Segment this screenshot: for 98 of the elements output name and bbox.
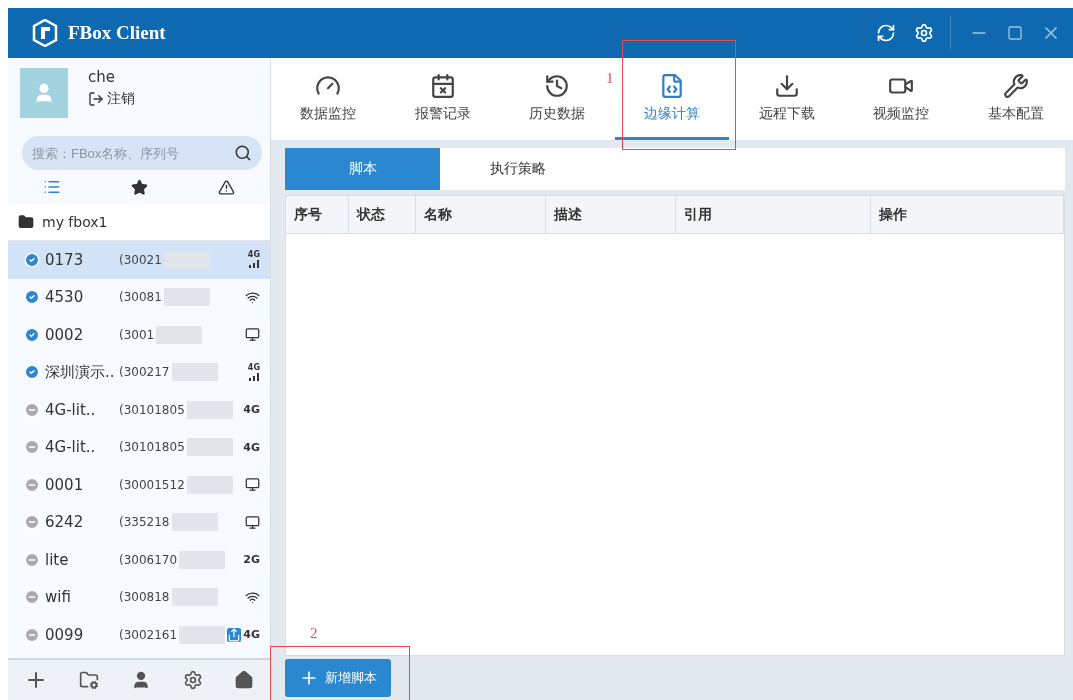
- signal-bars-icon: [247, 371, 260, 381]
- logout-icon: [88, 91, 104, 107]
- device-name: 0099: [45, 625, 85, 644]
- device-serial: (30001512: [119, 477, 185, 492]
- list-icon: [43, 178, 61, 196]
- network-type: 4G: [243, 628, 260, 642]
- logo-icon: [32, 19, 58, 47]
- column-header: 引用: [676, 196, 871, 233]
- window-title: FBox Client: [68, 22, 166, 44]
- network-monitor-icon: [245, 514, 260, 530]
- device-row[interactable]: 深圳演示.. (300217 4G: [8, 353, 270, 391]
- nav-tab[interactable]: 边缘计算: [614, 58, 730, 140]
- device-serial: (30101805: [119, 440, 185, 455]
- settings-button[interactable]: [182, 670, 203, 690]
- device-serial: (3001: [119, 327, 155, 342]
- online-icon: [24, 251, 40, 268]
- device-serial: (30081: [119, 290, 162, 305]
- annotation-number: 1: [606, 70, 614, 87]
- settings-icon[interactable]: [914, 23, 934, 43]
- device-name: 深圳演示..: [45, 362, 116, 382]
- network-monitor-icon: [245, 327, 260, 343]
- offline-icon: [24, 401, 40, 418]
- column-header: 操作: [871, 196, 1064, 233]
- device-name: 4G-lit..: [45, 438, 97, 457]
- online-icon: [24, 364, 40, 381]
- online-icon: [24, 326, 40, 343]
- offline-icon: [24, 476, 40, 493]
- nav-tab[interactable]: 视频监控: [843, 58, 959, 140]
- device-row[interactable]: 0002 (3001: [8, 316, 270, 354]
- online-icon: [24, 289, 40, 306]
- search-field[interactable]: 搜索：FBox名称、序列号: [22, 136, 262, 170]
- signal-bars-icon: [247, 259, 260, 269]
- device-row[interactable]: 0001 (30001512: [8, 466, 270, 504]
- device-name: 4G-lit..: [45, 400, 97, 419]
- wifi-icon: [245, 589, 260, 605]
- device-name: lite: [45, 550, 70, 569]
- nav-tab[interactable]: 远程下载: [729, 58, 844, 140]
- column-header: 序号: [286, 196, 349, 233]
- device-row[interactable]: 4G-lit.. (30101805 4G: [8, 391, 270, 429]
- nav-tab[interactable]: 数据监控: [271, 58, 386, 140]
- nav-tab[interactable]: 基本配置: [958, 58, 1073, 140]
- alarm-calendar-icon: [429, 72, 456, 99]
- user-button[interactable]: [131, 670, 151, 690]
- refresh-icon[interactable]: [876, 23, 896, 43]
- offline-icon: [24, 626, 40, 643]
- device-serial: (3002161: [119, 627, 178, 642]
- device-name: 6242: [45, 513, 85, 532]
- device-name: 0002: [45, 325, 85, 344]
- column-header: 描述: [546, 196, 676, 233]
- network-type: 4G: [243, 440, 260, 454]
- offline-icon: [24, 551, 40, 568]
- device-serial: (30101805: [119, 402, 185, 417]
- folder-icon: [18, 214, 34, 230]
- history-icon: [544, 72, 571, 99]
- device-name: 4530: [45, 288, 85, 307]
- star-icon: [131, 178, 148, 196]
- device-serial: (300217: [119, 365, 170, 380]
- offline-icon: [24, 589, 40, 606]
- column-header: 名称: [416, 196, 546, 233]
- network-monitor-icon: [245, 477, 260, 493]
- annotation-number: 2: [310, 625, 318, 642]
- redacted-block: [179, 625, 226, 644]
- column-header: 状态: [349, 196, 416, 233]
- device-name: wifi: [45, 588, 72, 607]
- network-type: 2G: [243, 553, 260, 567]
- device-row[interactable]: 6242 (335218: [8, 503, 270, 541]
- device-serial: (3006170: [119, 552, 178, 567]
- sub-tab[interactable]: 脚本: [285, 148, 440, 190]
- network-type: 4G: [247, 363, 260, 372]
- offline-icon: [24, 439, 40, 456]
- device-row[interactable]: 0099 (3002161 4G: [8, 616, 270, 654]
- network-type: 4G: [247, 251, 260, 260]
- logout-button[interactable]: 注销: [88, 90, 135, 108]
- device-row[interactable]: wifi (300818: [8, 578, 270, 616]
- device-row[interactable]: lite (3006170 2G: [8, 541, 270, 579]
- device-name: 0173: [45, 250, 85, 269]
- nav-tab[interactable]: 报警记录: [385, 58, 501, 140]
- device-name: 0001: [45, 475, 85, 494]
- device-row[interactable]: 4G-lit.. (30101805 4G: [8, 428, 270, 466]
- search-icon[interactable]: [234, 144, 252, 162]
- warning-icon: [218, 178, 235, 196]
- group-name: my fbox1: [42, 214, 108, 230]
- wifi-icon: [245, 289, 260, 305]
- network-type: 4G: [243, 403, 260, 417]
- device-serial: (300818: [119, 590, 170, 605]
- home-button[interactable]: [234, 670, 255, 690]
- code-file-icon: [659, 72, 685, 99]
- download-icon: [773, 72, 800, 99]
- folder-settings-button[interactable]: [79, 670, 100, 690]
- device-row[interactable]: 0173 (30021 4G: [8, 241, 270, 279]
- offline-icon: [24, 514, 40, 531]
- wrench-icon: [1002, 72, 1029, 99]
- device-serial: (30021: [119, 252, 162, 267]
- avatar: [20, 68, 68, 118]
- device-row[interactable]: 4530 (30081: [8, 278, 270, 316]
- user-name: che: [88, 68, 116, 86]
- add-script-button[interactable]: 新增脚本: [285, 659, 391, 697]
- device-serial: (335218: [119, 515, 170, 530]
